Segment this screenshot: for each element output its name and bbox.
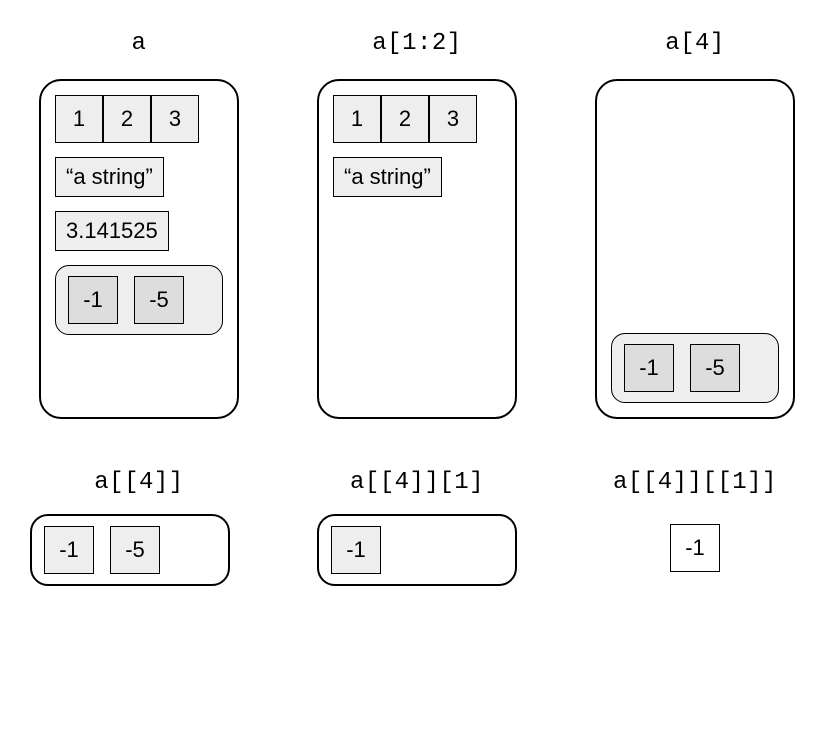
bare-cell-wrap: -1 xyxy=(670,514,720,572)
inner-cell: -5 xyxy=(134,276,184,324)
list-a-dd4: -1 -5 xyxy=(30,514,230,586)
vec-cell: 2 xyxy=(103,95,151,143)
caption-a: a xyxy=(132,30,147,57)
list-a-sub4: -1 -5 xyxy=(595,79,795,419)
list-a: 1 2 3 “a string” 3.141525 -1 -5 xyxy=(39,79,239,419)
caption-a-dd4-dd1: a[[4]][[1]] xyxy=(613,469,777,496)
panel-a-dd4-1: a[[4]][1] -1 xyxy=(308,469,526,586)
panel-a-sub-4: a[4] -1 -5 xyxy=(586,30,804,419)
vec-cell: 1 xyxy=(333,95,381,143)
cell: -1 xyxy=(44,526,94,574)
caption-a-dd4-1: a[[4]][1] xyxy=(350,469,484,496)
diagram-grid: a 1 2 3 “a string” 3.141525 -1 -5 a[1:2]… xyxy=(30,30,804,586)
list-a-slice: 1 2 3 “a string” xyxy=(317,79,517,419)
bare-cell: -1 xyxy=(670,524,720,572)
caption-a-sub4: a[4] xyxy=(665,30,725,57)
vec-cell: 1 xyxy=(55,95,103,143)
inner-cell: -5 xyxy=(690,344,740,392)
panel-a-dd4: a[[4]] -1 -5 xyxy=(30,469,248,586)
vec-cell: 3 xyxy=(151,95,199,143)
panel-a-slice-1-2: a[1:2] 1 2 3 “a string” xyxy=(308,30,526,419)
vec-cell: 3 xyxy=(429,95,477,143)
cell: -1 xyxy=(331,526,381,574)
inner-cell: -1 xyxy=(68,276,118,324)
string-element: “a string” xyxy=(333,157,442,197)
cell: -5 xyxy=(110,526,160,574)
inner-list-sub4: -1 -5 xyxy=(611,333,779,403)
panel-a: a 1 2 3 “a string” 3.141525 -1 -5 xyxy=(30,30,248,419)
string-element: “a string” xyxy=(55,157,164,197)
vector-a: 1 2 3 xyxy=(55,95,223,143)
vector-slice: 1 2 3 xyxy=(333,95,501,143)
list-a-dd4-1: -1 xyxy=(317,514,517,586)
caption-a-dd4: a[[4]] xyxy=(94,469,183,496)
inner-list-a: -1 -5 xyxy=(55,265,223,335)
panel-a-dd4-dd1: a[[4]][[1]] -1 xyxy=(586,469,804,586)
vec-cell: 2 xyxy=(381,95,429,143)
inner-cell: -1 xyxy=(624,344,674,392)
numeric-element: 3.141525 xyxy=(55,211,169,251)
caption-a-slice: a[1:2] xyxy=(372,30,461,57)
